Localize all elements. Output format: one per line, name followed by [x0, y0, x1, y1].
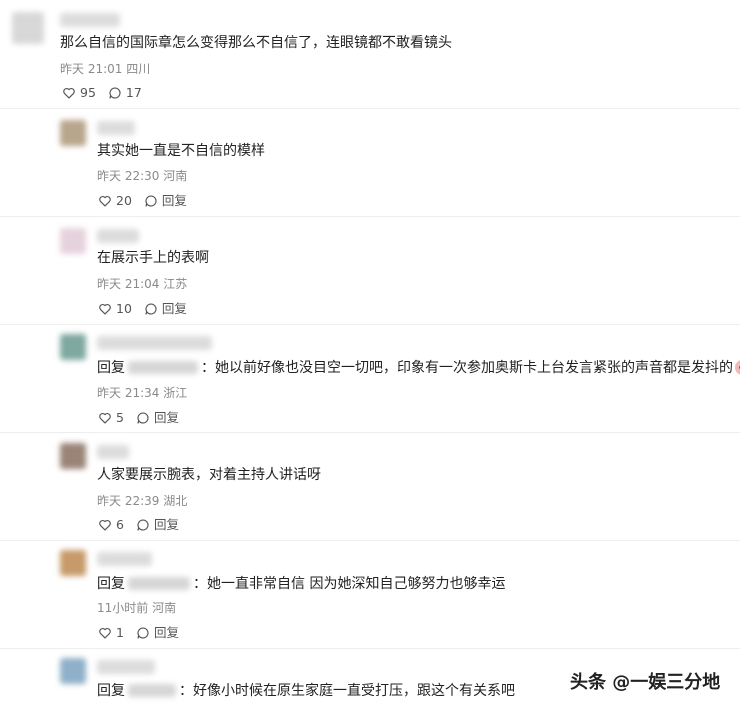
reply-label: 回复 — [161, 301, 187, 316]
divider — [0, 540, 740, 541]
comment-time: 昨天 22:30 — [97, 169, 160, 183]
reply-button[interactable]: 回复 — [144, 301, 187, 317]
avatar[interactable] — [60, 550, 86, 576]
like-count: 1 — [116, 625, 124, 640]
comment-time: 昨天 21:34 — [97, 386, 160, 400]
comment-time: 昨天 22:39 — [97, 494, 160, 508]
mentioned-username-blurred[interactable] — [128, 684, 176, 697]
comment-time: 昨天 21:01 — [60, 62, 123, 76]
username-blurred[interactable] — [97, 229, 139, 243]
comment-text: 人家要展示腕表，对着主持人讲话呀 — [97, 467, 321, 483]
comment-bubble-icon — [137, 627, 149, 639]
comment-location: 湖北 — [163, 494, 188, 508]
reply-button[interactable]: 回复 — [144, 193, 187, 209]
comment-location: 河南 — [163, 169, 188, 183]
comment-text: 其实她一直是不自信的模样 — [97, 143, 265, 159]
comment-meta: 昨天 21:34 浙江 — [97, 385, 187, 401]
comment-text: 回复 ：好像小时候在原生家庭一直受打压，跟这个有关系吧 — [97, 681, 515, 701]
reply-count-button[interactable]: 17 — [108, 85, 142, 101]
reply-button[interactable]: 回复 — [136, 410, 179, 426]
comment-body: ：她一直非常自信 因为她深知自己够努力也够幸运 — [193, 576, 506, 592]
mentioned-username-blurred[interactable] — [128, 577, 190, 590]
comment-text: 在展示手上的表啊 — [97, 250, 209, 266]
comment-text: 回复 ：她以前好像也没目空一切吧，印象有一次参加奥斯卡上台发言紧张的声音都是发抖的 — [97, 358, 740, 378]
watermark: 头条 @一娱三分地 — [570, 672, 721, 693]
avatar[interactable] — [60, 334, 86, 360]
reply-prefix: 回复 — [97, 683, 125, 699]
like-count: 20 — [116, 193, 132, 208]
like-button[interactable]: 10 — [98, 301, 132, 317]
reply-count: 17 — [125, 85, 142, 100]
comment-location: 四川 — [126, 62, 151, 76]
comment-actions: 5 回复 — [98, 410, 179, 426]
comment-bubble-icon — [145, 195, 157, 207]
username-blurred[interactable] — [60, 13, 120, 27]
avatar[interactable] — [60, 120, 86, 146]
avatar[interactable] — [12, 12, 44, 44]
reply-button[interactable]: 回复 — [136, 625, 179, 641]
comment-actions: 10 回复 — [98, 301, 187, 317]
heart-icon — [99, 627, 111, 639]
comment-meta: 昨天 21:04 江苏 — [97, 276, 187, 292]
like-button[interactable]: 1 — [98, 625, 124, 641]
comment-meta: 昨天 22:30 河南 — [97, 168, 187, 184]
username-blurred[interactable] — [97, 336, 212, 350]
comment-text: 回复 ：她一直非常自信 因为她深知自己够努力也够幸运 — [97, 574, 505, 594]
heart-icon — [99, 303, 111, 315]
comment-meta: 11小时前 河南 — [97, 600, 176, 616]
comment-meta: 昨天 22:39 湖北 — [97, 493, 187, 509]
comment-body: ：好像小时候在原生家庭一直受打压，跟这个有关系吧 — [179, 683, 515, 699]
heart-icon — [63, 87, 75, 99]
comment-location: 河南 — [152, 601, 177, 615]
reply-prefix: 回复 — [97, 576, 125, 592]
avatar[interactable] — [60, 228, 86, 254]
divider — [0, 432, 740, 433]
like-count: 95 — [80, 85, 96, 100]
comment-actions: 1 回复 — [98, 625, 179, 641]
reply-label: 回复 — [153, 410, 179, 425]
comment-bubble-icon — [109, 87, 121, 99]
comment-actions: 20 回复 — [98, 193, 187, 209]
comment-time: 11小时前 — [97, 601, 149, 615]
like-button[interactable]: 6 — [98, 517, 124, 533]
divider — [0, 324, 740, 325]
comment-bubble-icon — [137, 519, 149, 531]
reply-label: 回复 — [161, 193, 187, 208]
username-blurred[interactable] — [97, 445, 129, 459]
like-count: 5 — [116, 410, 124, 425]
heart-icon — [99, 195, 111, 207]
comment-text: 那么自信的国际章怎么变得那么不自信了，连眼镜都不敢看镜头 — [60, 35, 452, 51]
divider — [0, 108, 740, 109]
comment-time: 昨天 21:04 — [97, 277, 160, 291]
reply-label: 回复 — [153, 625, 179, 640]
reply-label: 回复 — [153, 517, 179, 532]
reply-button[interactable]: 回复 — [136, 517, 179, 533]
like-button[interactable]: 5 — [98, 410, 124, 426]
like-count: 10 — [116, 301, 132, 316]
comment-actions: 95 17 — [62, 85, 142, 101]
username-blurred[interactable] — [97, 121, 135, 135]
comment-bubble-icon — [137, 412, 149, 424]
comment-bubble-icon — [145, 303, 157, 315]
comment-body: ：她以前好像也没目空一切吧，印象有一次参加奥斯卡上台发言紧张的声音都是发抖的 — [201, 360, 733, 376]
scared-face-emoji-icon — [735, 360, 740, 375]
like-count: 6 — [116, 517, 124, 532]
avatar[interactable] — [60, 658, 86, 684]
divider — [0, 648, 740, 649]
mentioned-username-blurred[interactable] — [128, 361, 198, 374]
like-button[interactable]: 20 — [98, 193, 132, 209]
username-blurred[interactable] — [97, 552, 152, 566]
reply-prefix: 回复 — [97, 360, 125, 376]
comment-location: 江苏 — [163, 277, 188, 291]
avatar[interactable] — [60, 443, 86, 469]
like-button[interactable]: 95 — [62, 85, 96, 101]
heart-icon — [99, 412, 111, 424]
heart-icon — [99, 519, 111, 531]
username-blurred[interactable] — [97, 660, 155, 674]
comment-meta: 昨天 21:01 四川 — [60, 61, 150, 77]
divider — [0, 216, 740, 217]
comment-location: 浙江 — [163, 386, 188, 400]
comment-actions: 6 回复 — [98, 517, 179, 533]
